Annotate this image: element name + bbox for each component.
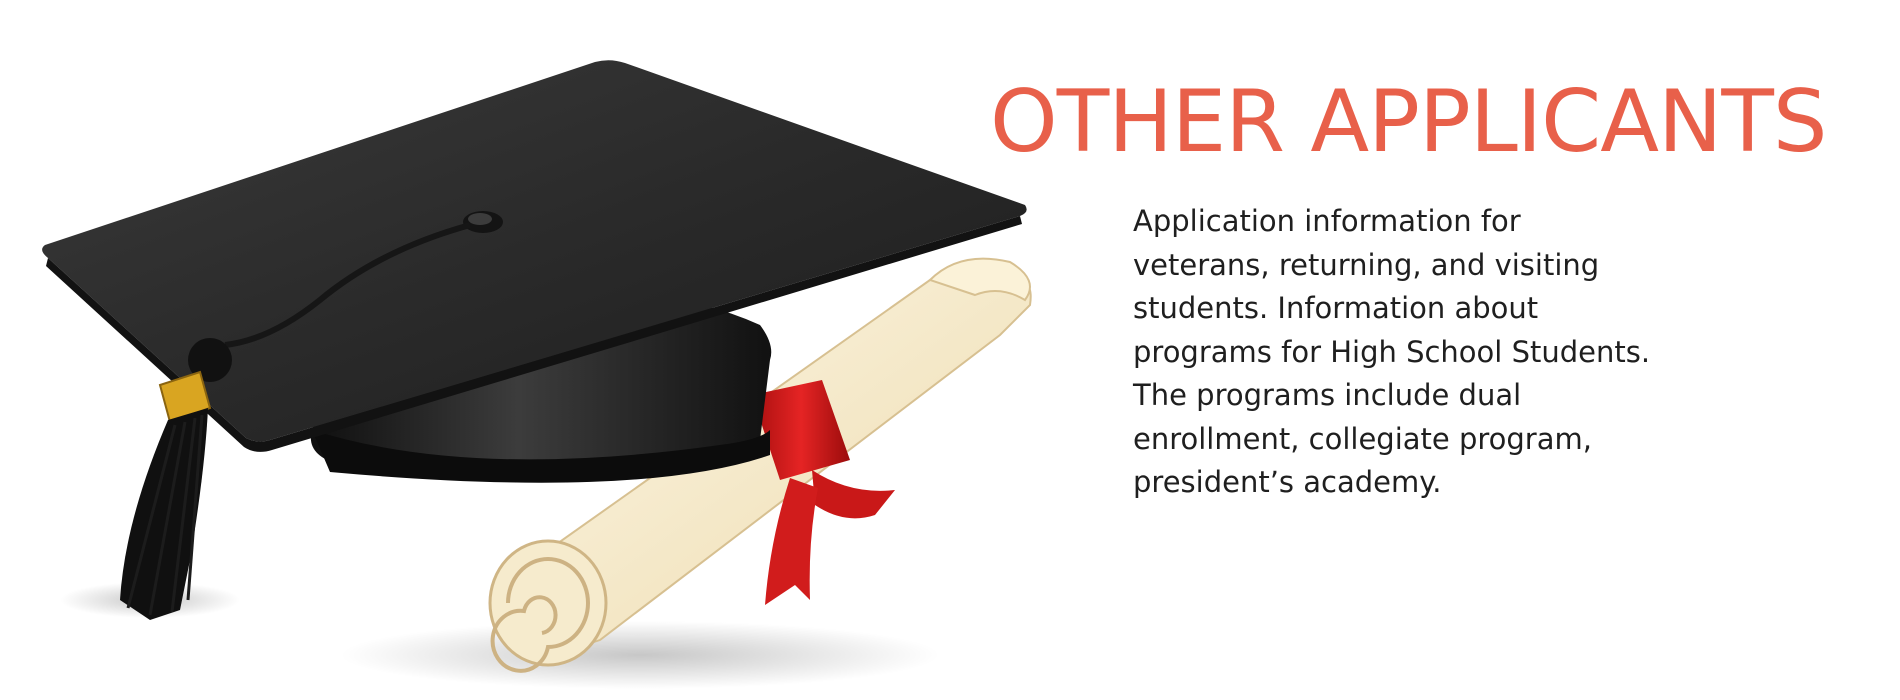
page-title: OTHER APPLICANTS [990, 72, 1827, 172]
description-text: Application information for veterans, re… [1133, 204, 1651, 499]
other-applicants-banner: OTHER APPLICANTS Application information… [0, 0, 1900, 700]
graduation-cap-diploma-illustration [42, 60, 1032, 689]
floor-shadow [340, 621, 940, 689]
